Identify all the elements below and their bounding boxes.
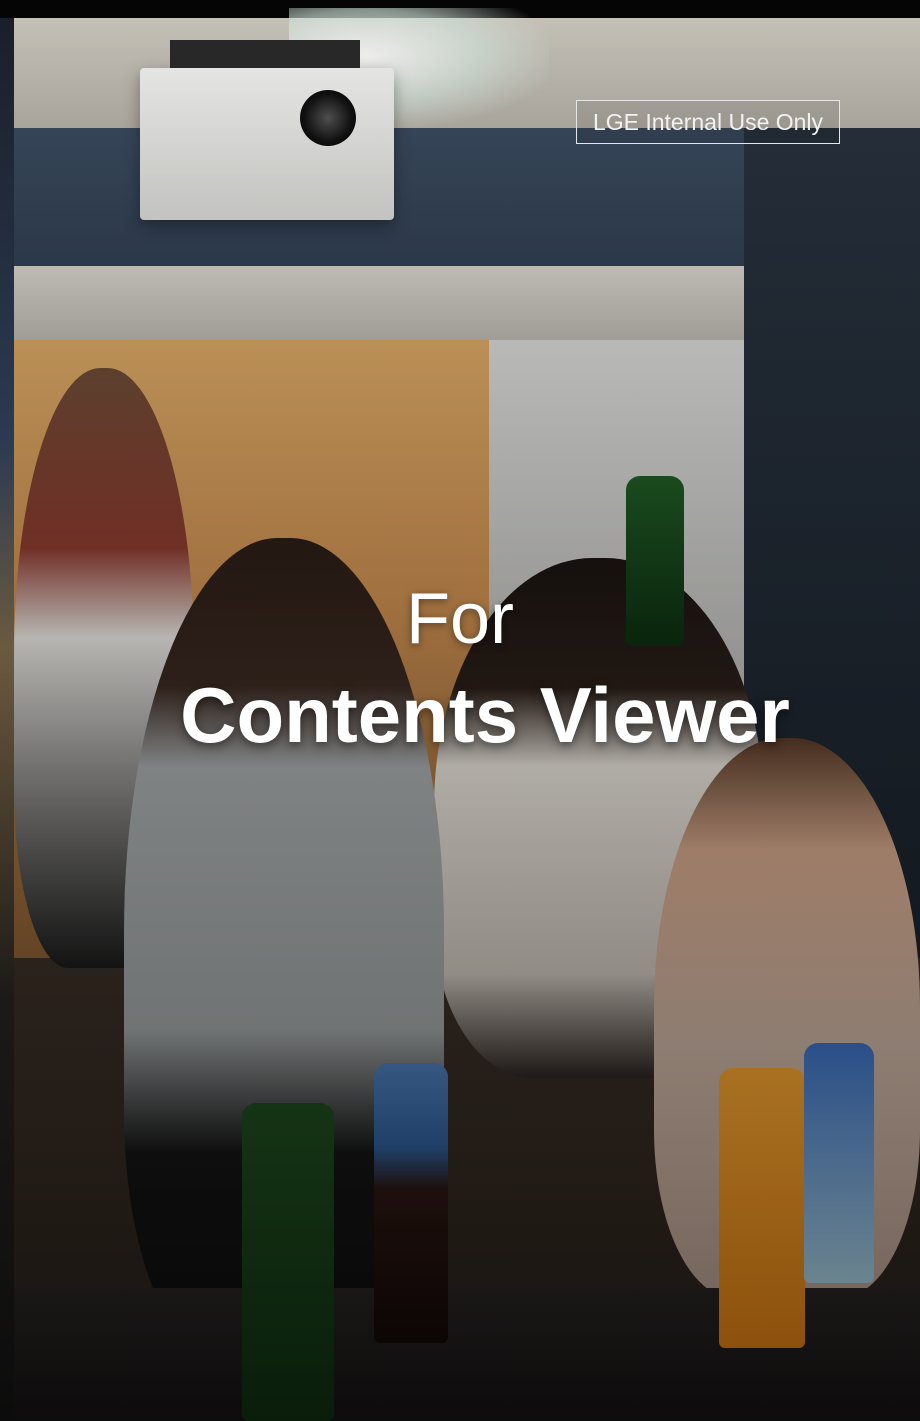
internal-use-badge: LGE Internal Use Only bbox=[576, 100, 840, 144]
hero-title: Contents Viewer bbox=[180, 671, 790, 759]
hero-pretitle: For bbox=[406, 579, 514, 659]
cover-page: LGE Internal Use Only For Contents Viewe… bbox=[0, 0, 920, 1421]
